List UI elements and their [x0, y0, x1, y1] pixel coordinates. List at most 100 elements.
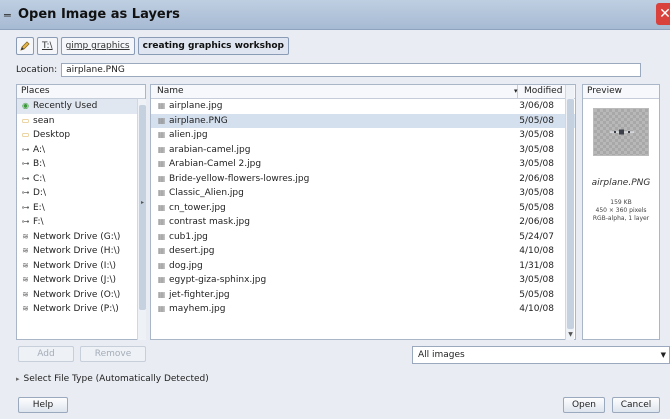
sort-arrow-icon: ▾	[514, 87, 518, 95]
file-name: Bride-yellow-flowers-lowres.jpg	[169, 173, 310, 184]
file-row[interactable]: ▦ desert.jpg 4/10/08	[151, 244, 575, 259]
places-item[interactable]: ▭ sean	[17, 114, 145, 129]
file-rows: ▦ airplane.jpg 3/06/08 ▦ airplane.PNG 5/05/08…	[151, 99, 575, 317]
file-name: dog.jpg	[169, 260, 203, 271]
file-filter-select[interactable]: All images ▼	[412, 346, 670, 364]
places-item[interactable]: ⊶ F:\	[17, 215, 145, 230]
file-row[interactable]: ▦ airplane.PNG 5/05/08	[151, 113, 575, 128]
file-modified-date: 3/06/08	[519, 101, 554, 111]
cancel-button[interactable]: Cancel	[612, 397, 660, 413]
places-item[interactable]: ◉ Recently Used	[17, 99, 145, 114]
image-file-icon: ▦	[157, 304, 166, 313]
file-type-expander[interactable]: ▸ Select File Type (Automatically Detect…	[16, 374, 209, 384]
image-file-icon: ▦	[157, 188, 166, 197]
type-location-button[interactable]	[16, 37, 34, 55]
scroll-down-icon[interactable]: ▼	[566, 331, 575, 338]
drive-icon: ⊶	[21, 144, 30, 154]
preview-dimensions: 450 × 360 pixels	[595, 207, 647, 214]
file-list-header: Name ▾ Modified	[151, 85, 575, 99]
breadcrumb-current-folder[interactable]: creating graphics workshop	[137, 37, 289, 55]
file-row[interactable]: ▦ Arabian-Camel 2.jpg 3/05/08	[151, 157, 575, 172]
file-list-scroll-thumb[interactable]	[567, 99, 574, 329]
location-input[interactable]: airplane.PNG	[61, 63, 642, 77]
help-button[interactable]: Help	[18, 397, 68, 413]
scroll-grip-icon: ▸	[140, 199, 144, 206]
add-bookmark-button[interactable]: Add	[18, 346, 74, 362]
file-modified-date: 3/05/08	[519, 159, 554, 169]
file-list-scrollbar[interactable]: ▼	[565, 85, 574, 340]
file-name-cell: ▦ airplane.jpg	[157, 99, 223, 114]
places-item-label: Network Drive (O:\)	[33, 289, 121, 300]
file-name: alien.jpg	[169, 130, 208, 140]
file-row[interactable]: ▦ airplane.jpg 3/06/08	[151, 99, 575, 114]
places-item[interactable]: ≋ Network Drive (J:\)	[17, 273, 145, 288]
places-item[interactable]: ≋ Network Drive (H:\)	[17, 244, 145, 259]
places-item[interactable]: ≋ Network Drive (P:\)	[17, 302, 145, 317]
breadcrumb-drive[interactable]: T:\	[37, 37, 58, 55]
places-item[interactable]: ▭ Desktop	[17, 128, 145, 143]
preview-header[interactable]: Preview	[583, 85, 659, 99]
places-panel: Places ◉ Recently Used ▭ sean ▭ Desktop ⊶ A:\ ⊶ B…	[16, 84, 146, 340]
file-name: cn_tower.jpg	[169, 202, 226, 213]
breadcrumb-gimp-graphics[interactable]: gimp graphics	[60, 37, 135, 55]
places-item[interactable]: ⊶ B:\	[17, 157, 145, 172]
file-type-label: Select File Type (Automatically Detected…	[23, 374, 209, 384]
places-item[interactable]: ⊶ E:\	[17, 201, 145, 216]
file-row[interactable]: ▦ Bride-yellow-flowers-lowres.jpg 2/06/08	[151, 172, 575, 187]
file-name-cell: ▦ cn_tower.jpg	[157, 201, 226, 216]
places-item-label: Network Drive (P:\)	[33, 304, 119, 314]
file-row[interactable]: ▦ arabian-camel.jpg 3/05/08	[151, 143, 575, 158]
folder-icon: ▭	[21, 115, 30, 125]
places-item[interactable]: ≋ Network Drive (I:\)	[17, 259, 145, 274]
places-item[interactable]: ⊶ D:\	[17, 186, 145, 201]
file-row[interactable]: ▦ alien.jpg 3/05/08	[151, 128, 575, 143]
open-button[interactable]: Open	[563, 397, 605, 413]
file-name: Classic_Alien.jpg	[169, 188, 244, 198]
preview-file-size: 159 KB	[610, 199, 632, 206]
file-row[interactable]: ▦ contrast mask.jpg 2/06/08	[151, 215, 575, 230]
file-name-cell: ▦ egypt-giza-sphinx.jpg	[157, 273, 266, 288]
file-row[interactable]: ▦ cub1.jpg 5/24/07	[151, 230, 575, 245]
file-modified-date: 3/05/08	[519, 144, 554, 155]
remove-bookmark-button[interactable]: Remove	[80, 346, 146, 362]
file-name: cub1.jpg	[169, 231, 208, 242]
places-item-label: sean	[33, 115, 55, 126]
places-header[interactable]: Places	[17, 85, 145, 99]
window-menu-icon[interactable]: ═	[4, 9, 11, 22]
image-file-icon: ▦	[157, 275, 166, 284]
places-item-label: Network Drive (J:\)	[33, 275, 117, 285]
preview-filename: airplane.PNG	[591, 178, 651, 188]
places-item-label: B:\	[33, 159, 46, 169]
file-row[interactable]: ▦ mayhem.jpg 4/10/08	[151, 302, 575, 317]
column-modified-header[interactable]: Modified	[524, 85, 562, 98]
places-item-label: Recently Used	[33, 101, 98, 111]
file-row[interactable]: ▦ dog.jpg 1/31/08	[151, 259, 575, 274]
file-row[interactable]: ▦ jet-fighter.jpg 5/05/08	[151, 288, 575, 303]
places-item[interactable]: ≋ Network Drive (O:\)	[17, 288, 145, 303]
close-button[interactable]: ✕	[656, 3, 670, 25]
file-modified-date: 5/05/08	[519, 202, 554, 213]
drive-icon: ⊶	[21, 173, 30, 183]
file-name-cell: ▦ Arabian-Camel 2.jpg	[157, 157, 261, 172]
file-name-cell: ▦ cub1.jpg	[157, 230, 208, 245]
image-file-icon: ▦	[157, 217, 166, 226]
file-row[interactable]: ▦ Classic_Alien.jpg 3/05/08	[151, 186, 575, 201]
image-file-icon: ▦	[157, 130, 166, 139]
places-item[interactable]: ≋ Network Drive (G:\)	[17, 230, 145, 245]
drive-icon: ⊶	[21, 159, 30, 168]
file-row[interactable]: ▦ cn_tower.jpg 5/05/08	[151, 201, 575, 216]
file-row[interactable]: ▦ egypt-giza-sphinx.jpg 3/05/08	[151, 273, 575, 288]
network-drive-icon: ≋	[22, 231, 29, 241]
places-item[interactable]: ⊶ C:\	[17, 172, 145, 187]
column-name-header[interactable]: Name	[157, 85, 184, 98]
places-scrollbar[interactable]: ▸	[137, 99, 146, 340]
places-scroll-thumb[interactable]	[139, 105, 146, 310]
places-item-label: C:\	[33, 173, 46, 184]
places-item[interactable]: ⊶ A:\	[17, 143, 145, 158]
file-name: jet-fighter.jpg	[169, 289, 230, 300]
window-title: Open Image as Layers	[18, 7, 180, 22]
preview-mode: RGB-alpha, 1 layer	[592, 215, 650, 222]
file-name: mayhem.jpg	[169, 304, 226, 314]
image-file-icon: ▦	[157, 260, 166, 270]
file-name: airplane.jpg	[169, 101, 223, 111]
